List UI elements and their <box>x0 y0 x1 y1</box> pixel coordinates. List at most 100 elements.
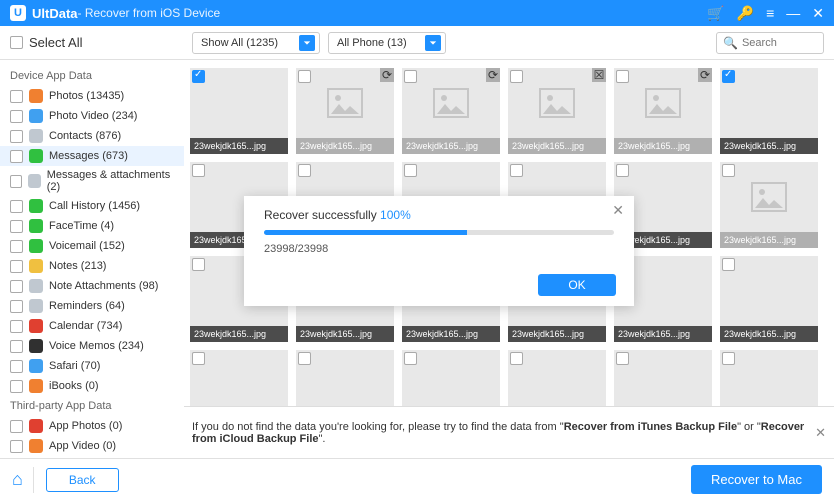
sidebar-item-checkbox[interactable] <box>10 175 22 188</box>
sidebar-item-checkbox[interactable] <box>10 110 23 123</box>
sidebar-item-label: Photos (13435) <box>49 90 124 102</box>
sidebar-item-label: iBooks (0) <box>49 380 99 392</box>
sidebar-item-checkbox[interactable] <box>10 380 23 393</box>
sidebar-item[interactable]: Messages & attachments (2) <box>0 166 184 196</box>
sidebar-item-checkbox[interactable] <box>10 300 23 313</box>
thumb-checkbox[interactable] <box>298 352 311 365</box>
sidebar-item[interactable]: Voicemail (152) <box>0 236 184 256</box>
thumb-caption: 23wekjdk165...jpg <box>508 138 606 154</box>
thumb-checkbox[interactable] <box>510 164 523 177</box>
sidebar-item-checkbox[interactable] <box>10 220 23 233</box>
thumb-checkbox[interactable] <box>616 70 629 83</box>
filter-show-dropdown[interactable]: Show All (1235) <box>192 32 320 54</box>
category-icon <box>28 174 41 188</box>
thumb-checkbox[interactable] <box>192 164 205 177</box>
sidebar-item-checkbox[interactable] <box>10 90 23 103</box>
cart-icon[interactable]: 🛒 <box>707 5 724 22</box>
search-icon: 🔍 <box>723 36 738 50</box>
sidebar-item-checkbox[interactable] <box>10 420 23 433</box>
recover-button[interactable]: Recover to Mac <box>691 465 822 494</box>
sidebar-item-label: App Photos (0) <box>49 420 122 432</box>
sidebar-item-checkbox[interactable] <box>10 150 23 163</box>
thumb-checkbox[interactable] <box>510 352 523 365</box>
thumb-caption: 23wekjdk165...jpg <box>720 326 818 342</box>
back-button[interactable]: Back <box>46 468 119 492</box>
thumb-checkbox[interactable] <box>616 164 629 177</box>
category-icon <box>29 109 43 123</box>
sidebar-item-checkbox[interactable] <box>10 440 23 453</box>
thumbnail[interactable]: ☒23wekjdk165...jpg <box>508 68 606 154</box>
placeholder-icon <box>327 88 363 118</box>
thumb-checkbox[interactable] <box>298 70 311 83</box>
thumbnail[interactable]: 23wekjdk165...jpg <box>190 68 288 154</box>
sidebar-item-checkbox[interactable] <box>10 130 23 143</box>
filter-device-dropdown[interactable]: All Phone (13) <box>328 32 446 54</box>
category-icon <box>29 339 43 353</box>
thumb-checkbox[interactable] <box>722 258 735 271</box>
hint-link-itunes[interactable]: Recover from iTunes Backup File <box>564 421 737 433</box>
thumbnail[interactable]: ⟳23wekjdk165...jpg <box>614 68 712 154</box>
sidebar-item-checkbox[interactable] <box>10 240 23 253</box>
thumbnail[interactable]: 23wekjdk165...jpg <box>720 256 818 342</box>
category-icon <box>29 299 43 313</box>
sidebar-item[interactable]: App Photos (0) <box>0 416 184 436</box>
thumb-checkbox[interactable] <box>192 352 205 365</box>
sidebar-item[interactable]: Notes (213) <box>0 256 184 276</box>
sidebar-item[interactable]: Note Attachments (98) <box>0 276 184 296</box>
sidebar-item-checkbox[interactable] <box>10 260 23 273</box>
thumb-checkbox[interactable] <box>722 164 735 177</box>
thumb-checkbox[interactable] <box>404 70 417 83</box>
sidebar-item[interactable]: Call History (1456) <box>0 196 184 216</box>
filter-show-label: Show All (1235) <box>201 37 278 49</box>
sidebar-item[interactable]: Photos (13435) <box>0 86 184 106</box>
sidebar-item-checkbox[interactable] <box>10 200 23 213</box>
dialog-close-icon[interactable]: ✕ <box>612 202 624 219</box>
sidebar-item[interactable]: FaceTime (4) <box>0 216 184 236</box>
search-box[interactable]: 🔍 <box>716 32 824 54</box>
sidebar-item[interactable]: Voice Memos (234) <box>0 336 184 356</box>
sidebar-item[interactable]: App Video (0) <box>0 436 184 456</box>
thumb-checkbox[interactable] <box>404 164 417 177</box>
sidebar-item[interactable]: Safari (70) <box>0 356 184 376</box>
key-icon[interactable]: 🔑 <box>737 5 754 22</box>
thumb-checkbox[interactable] <box>404 352 417 365</box>
sidebar-item-checkbox[interactable] <box>10 280 23 293</box>
thumbnail[interactable]: ⟳23wekjdk165...jpg <box>402 68 500 154</box>
sidebar-item[interactable]: Reminders (64) <box>0 296 184 316</box>
thumb-caption: 23wekjdk165...jpg <box>190 138 288 154</box>
home-icon[interactable]: ⌂ <box>12 469 23 490</box>
close-icon[interactable]: ✕ <box>812 5 824 22</box>
thumb-checkbox[interactable] <box>510 70 523 83</box>
sidebar-item[interactable]: Calendar (734) <box>0 316 184 336</box>
thumb-checkbox[interactable] <box>298 164 311 177</box>
minimize-icon[interactable]: — <box>786 5 800 21</box>
sidebar-item-label: Photo Video (234) <box>49 110 137 122</box>
thumb-checkbox[interactable] <box>192 258 205 271</box>
sidebar-item[interactable]: Photo Video (234) <box>0 106 184 126</box>
search-input[interactable] <box>742 37 812 49</box>
category-icon <box>29 149 43 163</box>
app-logo: U <box>10 5 26 21</box>
thumbnail[interactable]: 23wekjdk165...jpg <box>720 68 818 154</box>
thumb-caption: 23wekjdk165...jpg <box>614 326 712 342</box>
sidebar-item[interactable]: Messages (673) <box>0 146 184 166</box>
thumb-checkbox[interactable] <box>722 352 735 365</box>
thumb-checkbox[interactable] <box>722 70 735 83</box>
select-all-checkbox[interactable] <box>10 36 23 49</box>
chevron-down-icon <box>425 35 441 51</box>
thumb-caption: 23wekjdk165...jpg <box>402 138 500 154</box>
hint-close-icon[interactable]: ✕ <box>807 425 826 441</box>
thumbnail[interactable]: 23wekjdk165...jpg <box>720 162 818 248</box>
menu-icon[interactable]: ≡ <box>766 5 774 21</box>
thumbnail[interactable]: ⟳23wekjdk165...jpg <box>296 68 394 154</box>
category-icon <box>29 199 43 213</box>
sidebar-item-checkbox[interactable] <box>10 360 23 373</box>
sidebar-item[interactable]: Contacts (876) <box>0 126 184 146</box>
sidebar-item-checkbox[interactable] <box>10 320 23 333</box>
sidebar-item-checkbox[interactable] <box>10 340 23 353</box>
thumb-checkbox[interactable] <box>192 70 205 83</box>
sidebar-item-label: FaceTime (4) <box>49 220 114 232</box>
ok-button[interactable]: OK <box>538 274 616 296</box>
sidebar-item[interactable]: iBooks (0) <box>0 376 184 396</box>
thumb-checkbox[interactable] <box>616 352 629 365</box>
